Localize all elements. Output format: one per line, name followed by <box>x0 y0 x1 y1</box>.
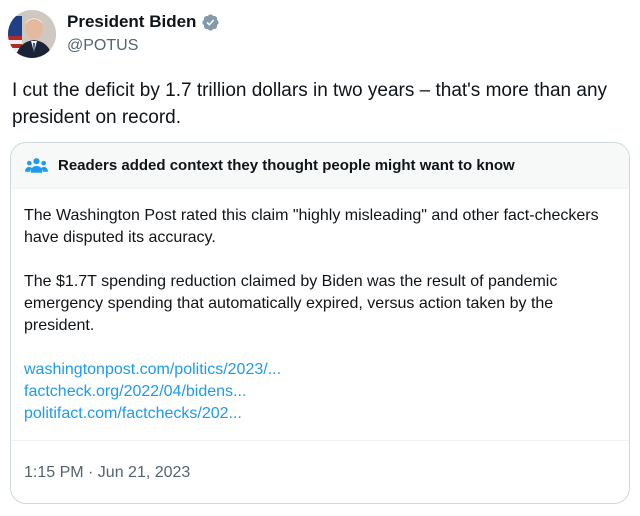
author-name[interactable]: President Biden <box>67 12 196 32</box>
note-paragraph-1: The Washington Post rated this claim "hi… <box>24 207 599 246</box>
tweet-text: I cut the deficit by 1.7 trillion dollar… <box>12 80 608 128</box>
people-icon <box>25 157 48 173</box>
avatar-portrait-icon <box>8 10 56 58</box>
avatar[interactable] <box>8 10 56 58</box>
tweet-timestamp[interactable]: 1:15 PM · Jun 21, 2023 <box>24 463 190 483</box>
source-link-politifact[interactable]: politifact.com/factchecks/202... <box>24 403 614 425</box>
community-note-card: Readers added context they thought peopl… <box>10 142 630 504</box>
community-note-title: Readers added context they thought peopl… <box>58 157 515 174</box>
note-paragraph-2: The $1.7T spending reduction claimed by … <box>24 273 558 334</box>
verified-badge-icon[interactable] <box>201 13 220 32</box>
author-handle[interactable]: @POTUS <box>67 36 138 56</box>
source-link-washingtonpost[interactable]: washingtonpost.com/politics/2023/... <box>24 359 614 381</box>
community-note-header[interactable]: Readers added context they thought peopl… <box>11 143 629 189</box>
author-name-row: President Biden <box>67 12 220 32</box>
note-source-links: washingtonpost.com/politics/2023/... fac… <box>24 359 614 425</box>
community-note-body: The Washington Post rated this claim "hi… <box>24 205 614 425</box>
source-link-factcheck[interactable]: factcheck.org/2022/04/bidens... <box>24 381 614 403</box>
divider <box>11 440 629 441</box>
